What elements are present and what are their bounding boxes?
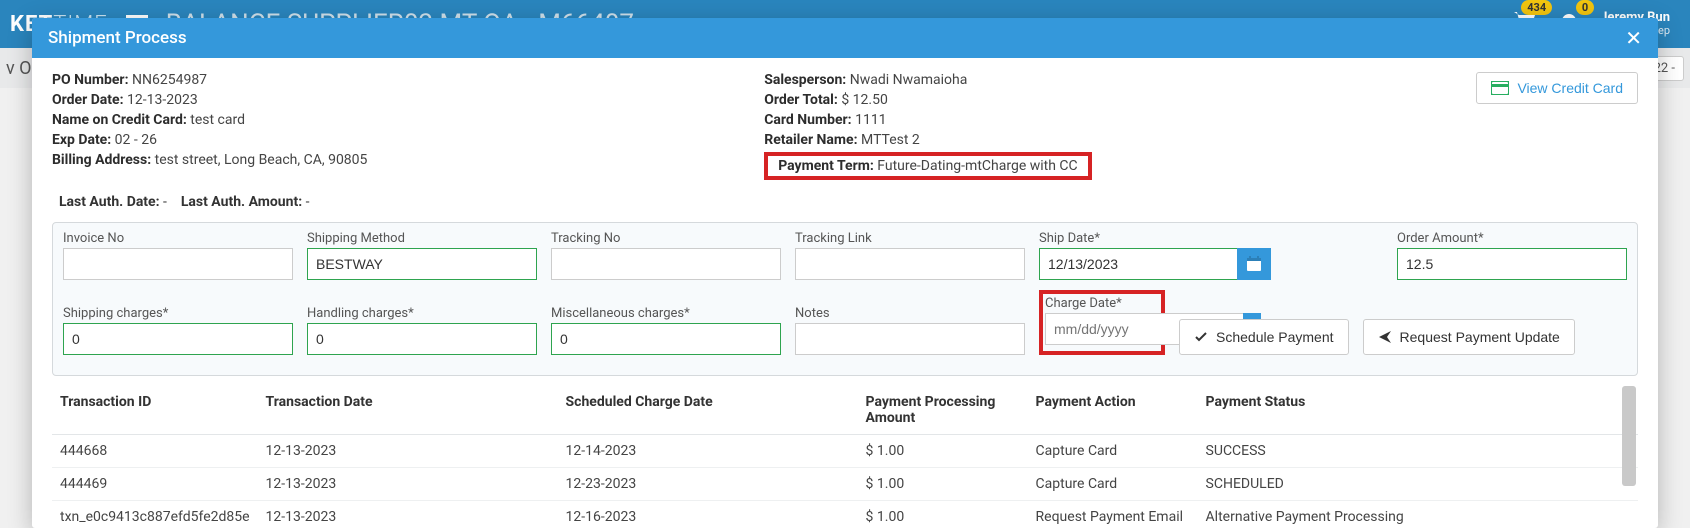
order-amount-label: Order Amount* bbox=[1397, 231, 1627, 246]
charge-date-highlight: Charge Date* bbox=[1039, 290, 1165, 355]
shipping-method-input[interactable] bbox=[307, 248, 537, 280]
transactions-table-wrap: Transaction ID Transaction Date Schedule… bbox=[52, 384, 1638, 528]
invoice-no-input[interactable] bbox=[63, 248, 293, 280]
cell-schdate: 12-16-2023 bbox=[558, 501, 858, 528]
cell-txid: 444668 bbox=[52, 435, 258, 468]
invoice-no-label: Invoice No bbox=[63, 231, 293, 246]
cell-txdate: 12-13-2023 bbox=[258, 435, 558, 468]
notes-input[interactable] bbox=[795, 323, 1025, 355]
view-credit-card-button[interactable]: View Credit Card bbox=[1476, 72, 1638, 104]
cell-status: SCHEDULED bbox=[1198, 468, 1638, 501]
salesperson: Salesperson: Nwadi Nwamaioha bbox=[764, 72, 1436, 88]
exp-date: Exp Date: 02 - 26 bbox=[52, 132, 724, 148]
tracking-link-input[interactable] bbox=[795, 248, 1025, 280]
handling-charges-field: Handling charges* bbox=[307, 306, 537, 355]
order-amount-field: Order Amount* bbox=[1397, 231, 1627, 280]
col-txdate[interactable]: Transaction Date bbox=[258, 384, 558, 435]
tracking-no-field: Tracking No bbox=[551, 231, 781, 280]
shipping-method-label: Shipping Method bbox=[307, 231, 537, 246]
shipping-charges-input[interactable] bbox=[63, 323, 293, 355]
close-icon[interactable]: ✕ bbox=[1625, 28, 1642, 48]
cell-status: SUCCESS bbox=[1198, 435, 1638, 468]
table-scrollbar[interactable] bbox=[1622, 386, 1636, 486]
table-row[interactable]: txn_e0c9413c887efd5fe2d85e12-13-202312-1… bbox=[52, 501, 1638, 528]
modal-header: Shipment Process ✕ bbox=[32, 18, 1658, 58]
cell-action: Request Payment Email bbox=[1028, 501, 1198, 528]
handling-charges-input[interactable] bbox=[307, 323, 537, 355]
po-number: PO Number: NN6254987 bbox=[52, 72, 724, 88]
tracking-link-label: Tracking Link bbox=[795, 231, 1025, 246]
ship-date-field: Ship Date* bbox=[1039, 231, 1271, 280]
calendar-icon bbox=[1246, 256, 1262, 272]
modal-title: Shipment Process bbox=[48, 28, 187, 48]
cell-txid: txn_e0c9413c887efd5fe2d85e bbox=[52, 501, 258, 528]
shipping-method-field: Shipping Method bbox=[307, 231, 537, 280]
shipping-charges-field: Shipping charges* bbox=[63, 306, 293, 355]
cell-action: Capture Card bbox=[1028, 468, 1198, 501]
cell-action: Capture Card bbox=[1028, 435, 1198, 468]
cell-amount: $ 1.00 bbox=[858, 501, 1028, 528]
shipment-form: Invoice No Shipping Method Tracking No T… bbox=[52, 222, 1638, 376]
payment-term-highlight: Payment Term: Future-Dating-mtCharge wit… bbox=[764, 152, 1436, 180]
col-action[interactable]: Payment Action bbox=[1028, 384, 1198, 435]
cell-txid: 444469 bbox=[52, 468, 258, 501]
check-icon bbox=[1194, 330, 1208, 344]
shipment-process-modal: Shipment Process ✕ PO Number: NN6254987 … bbox=[32, 18, 1658, 528]
transactions-table: Transaction ID Transaction Date Schedule… bbox=[52, 384, 1638, 528]
name-on-card: Name on Credit Card: test card bbox=[52, 112, 724, 128]
handling-charges-label: Handling charges* bbox=[307, 306, 537, 321]
misc-charges-label: Miscellaneous charges* bbox=[551, 306, 781, 321]
charge-date-label: Charge Date* bbox=[1045, 296, 1155, 311]
request-payment-update-button[interactable]: Request Payment Update bbox=[1363, 319, 1575, 355]
cell-status: Alternative Payment Processing bbox=[1198, 501, 1638, 528]
misc-charges-input[interactable] bbox=[551, 323, 781, 355]
retailer-name: Retailer Name: MTTest 2 bbox=[764, 132, 1436, 148]
cell-amount: $ 1.00 bbox=[858, 435, 1028, 468]
invoice-no-field: Invoice No bbox=[63, 231, 293, 280]
col-txid[interactable]: Transaction ID bbox=[52, 384, 258, 435]
order-date: Order Date: 12-13-2023 bbox=[52, 92, 724, 108]
table-row[interactable]: 44446912-13-202312-23-2023$ 1.00Capture … bbox=[52, 468, 1638, 501]
order-amount-input[interactable] bbox=[1397, 248, 1627, 280]
card-number: Card Number: 1111 bbox=[764, 112, 1436, 128]
col-amount[interactable]: Payment Processing Amount bbox=[858, 384, 1028, 435]
notes-field: Notes bbox=[795, 306, 1025, 355]
send-icon bbox=[1378, 330, 1392, 344]
shipping-charges-label: Shipping charges* bbox=[63, 306, 293, 321]
misc-charges-field: Miscellaneous charges* bbox=[551, 306, 781, 355]
charge-date-field: Charge Date* bbox=[1045, 296, 1155, 345]
ship-date-input[interactable] bbox=[1039, 248, 1237, 280]
order-total: Order Total: $ 12.50 bbox=[764, 92, 1436, 108]
billing-address: Billing Address: test street, Long Beach… bbox=[52, 152, 724, 168]
ship-date-picker-button[interactable] bbox=[1237, 248, 1271, 280]
cell-txdate: 12-13-2023 bbox=[258, 468, 558, 501]
tracking-no-label: Tracking No bbox=[551, 231, 781, 246]
credit-card-icon bbox=[1491, 81, 1509, 95]
tracking-no-input[interactable] bbox=[551, 248, 781, 280]
cell-schdate: 12-23-2023 bbox=[558, 468, 858, 501]
cell-txdate: 12-13-2023 bbox=[258, 501, 558, 528]
auth-row: Last Auth. Date: - Last Auth. Amount: - bbox=[52, 194, 1638, 210]
schedule-payment-button[interactable]: Schedule Payment bbox=[1179, 319, 1349, 355]
tracking-link-field: Tracking Link bbox=[795, 231, 1025, 280]
cell-schdate: 12-14-2023 bbox=[558, 435, 858, 468]
col-schdate[interactable]: Scheduled Charge Date bbox=[558, 384, 858, 435]
notes-label: Notes bbox=[795, 306, 1025, 321]
col-status[interactable]: Payment Status bbox=[1198, 384, 1638, 435]
table-row[interactable]: 44466812-13-202312-14-2023$ 1.00Capture … bbox=[52, 435, 1638, 468]
cell-amount: $ 1.00 bbox=[858, 468, 1028, 501]
ship-date-label: Ship Date* bbox=[1039, 231, 1271, 246]
